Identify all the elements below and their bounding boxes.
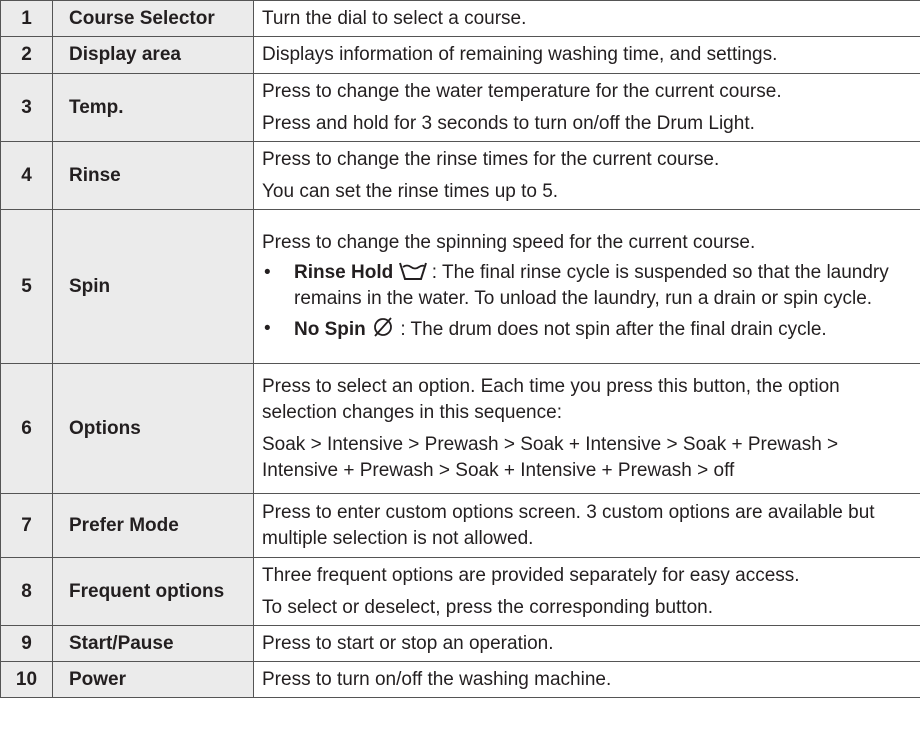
no-spin-label: No Spin — [294, 319, 366, 340]
control-description: Press to start or stop an operation. — [253, 625, 920, 662]
row-number: 4 — [0, 141, 53, 210]
control-description: Press to change the water temperature fo… — [253, 73, 920, 142]
control-description: Press to change the spinning speed for t… — [253, 209, 920, 364]
control-description: Press to change the rinse times for the … — [253, 141, 920, 210]
row-number: 3 — [0, 73, 53, 142]
description-text: Press and hold for 3 seconds to turn on/… — [262, 112, 755, 134]
description-text: Turn the dial to select a course. — [262, 7, 527, 29]
control-name: Temp. — [52, 73, 254, 142]
control-name: Options — [52, 363, 254, 494]
control-description: Press to enter custom options screen. 3 … — [253, 493, 920, 558]
control-description: Press to select an option. Each time you… — [253, 363, 920, 494]
description-text: Soak > Intensive > Prewash > Soak + Inte… — [262, 433, 839, 481]
description-text: Press to select an option. Each time you… — [262, 375, 840, 423]
control-name: Power — [52, 661, 254, 698]
table-row: 7 Prefer Mode Press to enter custom opti… — [0, 493, 920, 558]
control-name: Course Selector — [52, 0, 254, 37]
no-spin-icon — [374, 317, 392, 337]
description-text: Press to turn on/off the washing machine… — [262, 668, 612, 690]
row-number: 9 — [0, 625, 53, 662]
control-name: Frequent options — [52, 557, 254, 626]
row-number: 7 — [0, 493, 53, 558]
description-text: You can set the rinse times up to 5. — [262, 180, 559, 202]
description-text: Press to enter custom options screen. 3 … — [262, 501, 875, 549]
no-spin-text: : The drum does not spin after the final… — [395, 319, 827, 340]
control-name: Spin — [52, 209, 254, 364]
row-number: 2 — [0, 36, 53, 74]
description-text: Press to start or stop an operation. — [262, 632, 554, 654]
table-row: 4 Rinse Press to change the rinse times … — [0, 141, 920, 210]
table-row: 2 Display area Displays information of r… — [0, 36, 920, 74]
control-name: Start/Pause — [52, 625, 254, 662]
row-number: 1 — [0, 0, 53, 37]
table-row: 6 Options Press to select an option. Eac… — [0, 363, 920, 494]
bullet-glyph: • — [264, 318, 271, 339]
row-number: 5 — [0, 209, 53, 364]
description-text: Press to change the spinning speed for t… — [262, 232, 756, 253]
table-row: 1 Course Selector Turn the dial to selec… — [0, 0, 920, 37]
control-panel-table: 1 Course Selector Turn the dial to selec… — [0, 0, 920, 698]
description-text: Press to change the rinse times for the … — [262, 148, 720, 170]
table-row: 9 Start/Pause Press to start or stop an … — [0, 625, 920, 662]
table-row: 5 Spin Press to change the spinning spee… — [0, 209, 920, 364]
no-spin-bullet: • No Spin : The drum does not spin after… — [262, 316, 912, 343]
table-row: 3 Temp. Press to change the water temper… — [0, 73, 920, 142]
bullet-glyph: • — [264, 262, 271, 283]
control-description: Turn the dial to select a course. — [253, 0, 920, 37]
description-text: Displays information of remaining washin… — [262, 44, 778, 65]
rinse-hold-bullet: • Rinse Hold : The final rinse cycle is … — [262, 260, 912, 312]
description-text: Three frequent options are provided sepa… — [262, 564, 800, 586]
control-name: Prefer Mode — [52, 493, 254, 558]
control-name: Rinse — [52, 141, 254, 210]
control-name: Display area — [52, 36, 254, 74]
control-description: Press to turn on/off the washing machine… — [253, 661, 920, 698]
table-row: 8 Frequent options Three frequent option… — [0, 557, 920, 626]
description-text: Press to change the water temperature fo… — [262, 80, 782, 102]
table-row: 10 Power Press to turn on/off the washin… — [0, 661, 920, 698]
rinse-hold-icon — [398, 262, 427, 280]
rinse-hold-label: Rinse Hold — [294, 262, 394, 283]
control-description: Displays information of remaining washin… — [253, 36, 920, 74]
description-text: To select or deselect, press the corresp… — [262, 596, 713, 618]
row-number: 8 — [0, 557, 53, 626]
row-number: 6 — [0, 363, 53, 494]
row-number: 10 — [0, 661, 53, 698]
control-description: Three frequent options are provided sepa… — [253, 557, 920, 626]
